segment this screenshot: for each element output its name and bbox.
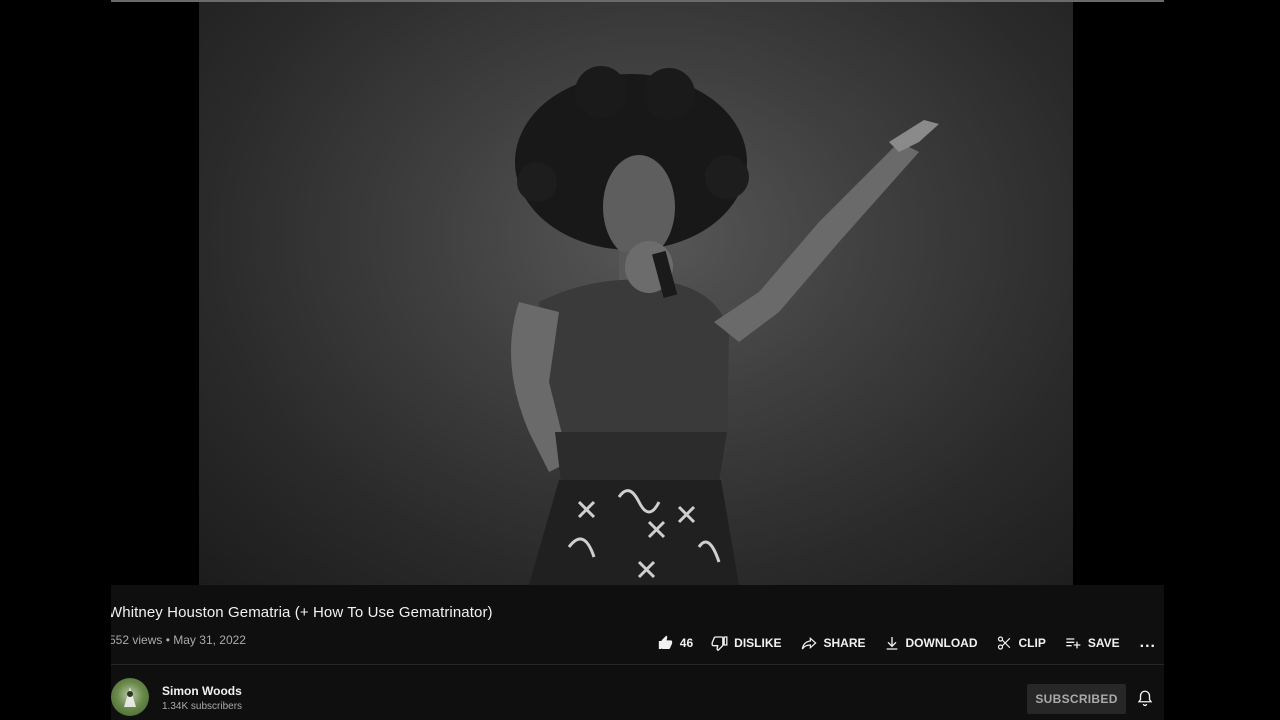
video-frame-singer-photo bbox=[199, 2, 1073, 585]
action-bar: 46 DISLIKE SHARE DOWNLOAD CLIP SAVE ... bbox=[639, 633, 1156, 653]
share-icon bbox=[801, 637, 817, 650]
download-icon bbox=[886, 637, 897, 650]
video-player[interactable] bbox=[111, 2, 1164, 585]
thumbs-up-icon bbox=[658, 635, 672, 649]
share-button[interactable]: SHARE bbox=[800, 635, 866, 651]
youtube-window: Whitney Houston Gematria (+ How To Use G… bbox=[111, 0, 1164, 720]
video-meta: 552 views • May 31, 2022 bbox=[111, 633, 246, 647]
notification-bell[interactable] bbox=[1136, 688, 1154, 713]
singer-silhouette bbox=[511, 66, 939, 585]
subscribed-button[interactable]: SUBSCRIBED bbox=[1027, 684, 1126, 714]
channel-logo-icon bbox=[124, 687, 136, 707]
like-count: 46 bbox=[679, 636, 694, 650]
video-title: Whitney Houston Gematria (+ How To Use G… bbox=[111, 604, 493, 621]
bell-icon bbox=[1137, 690, 1153, 707]
like-button[interactable]: 46 bbox=[657, 635, 693, 651]
save-button[interactable]: SAVE bbox=[1064, 635, 1120, 651]
more-icon[interactable]: ... bbox=[1140, 635, 1156, 651]
scissors-icon bbox=[997, 636, 1010, 650]
share-label: SHARE bbox=[823, 636, 866, 650]
subscriber-count: 1.34K subscribers bbox=[162, 701, 243, 712]
download-label: DOWNLOAD bbox=[905, 636, 978, 650]
dislike-label: DISLIKE bbox=[734, 636, 782, 650]
upload-date: May 31, 2022 bbox=[173, 633, 246, 647]
playlist-add-icon bbox=[1066, 638, 1081, 649]
clip-label: CLIP bbox=[1018, 636, 1046, 650]
clip-button[interactable]: CLIP bbox=[996, 635, 1046, 651]
avatar[interactable] bbox=[111, 678, 149, 716]
channel-name[interactable]: Simon Woods bbox=[162, 684, 242, 698]
dislike-button[interactable]: DISLIKE bbox=[711, 635, 782, 651]
divider bbox=[111, 664, 1164, 665]
thumbs-down-icon bbox=[711, 636, 728, 651]
view-count: 552 views bbox=[111, 633, 163, 647]
save-label: SAVE bbox=[1087, 636, 1120, 650]
download-button[interactable]: DOWNLOAD bbox=[884, 635, 978, 651]
